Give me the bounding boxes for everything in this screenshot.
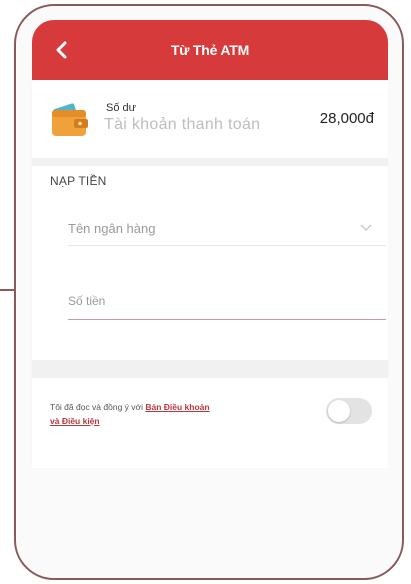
divider-band [32,360,388,378]
terms-prefix: Tôi đã đọc và đồng ý với [50,402,146,412]
terms-link[interactable]: Bản Điều khoản [145,402,209,412]
page-title: Từ Thẻ ATM [170,42,250,58]
terms-toggle[interactable] [326,398,372,424]
toggle-knob [328,400,350,422]
terms-text: Tôi đã đọc và đồng ý với Bản Điều khoản … [50,400,300,428]
main-content: Số dư Tài khoản thanh toán 28,000đ NẠP T… [32,80,388,468]
bank-select-label: Tên ngân hàng [68,221,156,236]
wallet-icon [52,103,88,136]
account-type: Tài khoản thanh toán [104,116,261,133]
amount-field [68,276,386,320]
section-title: NẠP TIỀN [50,174,107,188]
chevron-left-icon [56,41,67,59]
chevron-down-icon [360,224,372,232]
amount-input[interactable] [68,276,386,319]
bank-select[interactable]: Tên ngân hàng [68,212,386,246]
divider-band [32,158,388,166]
phone-frame: Từ Thẻ ATM Số dư Tài khoản thanh toán 28… [14,4,404,580]
app-header: Từ Thẻ ATM [32,20,388,80]
balance-label: Số dư [106,102,136,114]
conditions-link[interactable]: và Điều kiện [50,416,100,426]
back-button[interactable] [48,36,76,64]
balance-row: Số dư Tài khoản thanh toán 28,000đ [32,80,388,158]
balance-amount: 28,000đ [319,110,374,127]
